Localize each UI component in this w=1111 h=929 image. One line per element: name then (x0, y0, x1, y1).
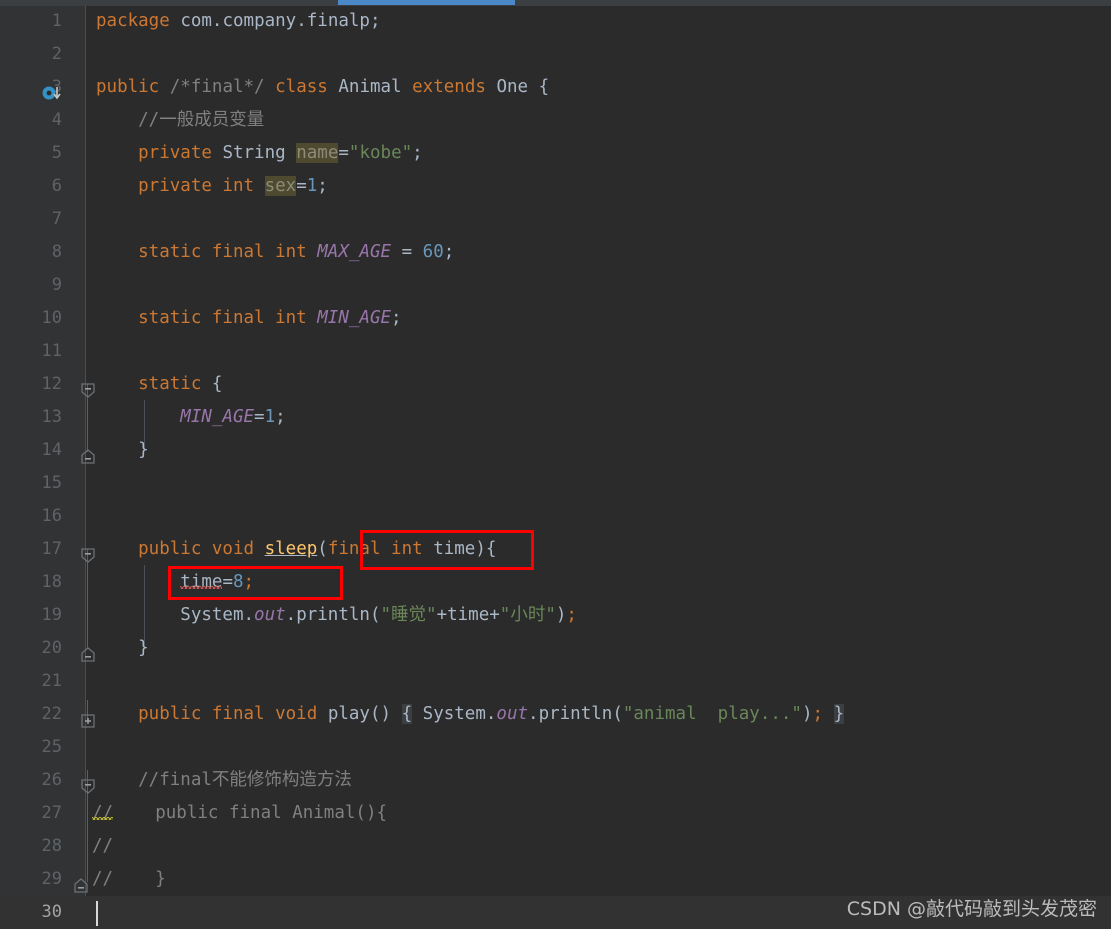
line-number: 5 (51, 143, 62, 163)
code-line[interactable]: 29 // } (0, 863, 1111, 896)
line-content: static final int MIN_AGE; (96, 308, 402, 328)
line-content: private String name="kobe"; (96, 143, 423, 163)
line-number: 10 (41, 308, 62, 328)
line-number: 17 (41, 539, 62, 559)
line-number: 7 (51, 209, 62, 229)
line-number: 27 (41, 803, 62, 823)
fold-end-icon[interactable] (74, 872, 88, 893)
line-number: 8 (51, 242, 62, 262)
code-line[interactable]: 11 (0, 335, 1111, 368)
code-line[interactable]: 13 MIN_AGE=1; (0, 401, 1111, 434)
line-content: private int sex=1; (96, 176, 328, 196)
code-line[interactable]: 5 private String name="kobe"; (0, 137, 1111, 170)
line-number: 6 (51, 176, 62, 196)
line-number: 26 (41, 770, 62, 790)
line-number: 1 (51, 11, 62, 31)
code-line[interactable]: 2 (0, 38, 1111, 71)
code-line[interactable]: 10 static final int MIN_AGE; (0, 302, 1111, 335)
line-content: static final int MAX_AGE = 60; (96, 242, 455, 262)
code-line[interactable]: 22 public final void play() { System.out… (0, 698, 1111, 731)
unused-field-highlight: sex (264, 176, 297, 196)
code-line[interactable]: 25 (0, 731, 1111, 764)
code-line[interactable]: 7 (0, 203, 1111, 236)
code-line[interactable]: 1 package com.company.finalp; (0, 5, 1111, 38)
line-number: 12 (41, 374, 62, 394)
fold-expanded-icon[interactable] (81, 773, 95, 794)
line-content: static { (96, 374, 223, 394)
line-number: 4 (51, 110, 62, 130)
line-number: 25 (41, 737, 62, 757)
line-content: } (96, 440, 149, 460)
line-content: System.out.println("睡觉"+time+"小时"); (96, 605, 577, 625)
line-content: time=8; (180, 572, 255, 592)
line-content: // } (92, 869, 166, 889)
code-line[interactable]: 26 //final不能修饰构造方法 (0, 764, 1111, 797)
line-number: 30 (41, 902, 62, 922)
line-number: 9 (51, 275, 62, 295)
line-number: 28 (41, 836, 62, 856)
code-line[interactable]: 16 (0, 500, 1111, 533)
line-number: 22 (41, 704, 62, 724)
line-content: public final void play() { System.out.pr… (96, 704, 845, 724)
code-line[interactable]: 27 // public final Animal(){ (0, 797, 1111, 830)
line-number: 19 (41, 605, 62, 625)
line-number: 2 (51, 44, 62, 64)
line-content: // public final Animal(){ (92, 803, 388, 823)
line-number: 14 (41, 440, 62, 460)
code-line[interactable]: 17 public void sleep(final int time){ (0, 533, 1111, 566)
warning-squiggle: // (92, 803, 114, 823)
line-content: // (92, 836, 114, 856)
line-number: 16 (41, 506, 62, 526)
line-number: 11 (41, 341, 62, 361)
fold-expanded-icon[interactable] (81, 377, 95, 398)
fold-end-icon[interactable] (81, 641, 95, 662)
line-content: } (96, 638, 149, 658)
implemented-method-icon[interactable] (42, 80, 61, 100)
line-content: //一般成员变量 (96, 110, 265, 130)
fold-expanded-icon[interactable] (81, 542, 95, 563)
line-content: MIN_AGE=1; (96, 407, 286, 427)
line-number: 18 (41, 572, 62, 592)
code-line[interactable]: 6 private int sex=1; (0, 170, 1111, 203)
code-line[interactable]: 15 (0, 467, 1111, 500)
line-content: public void sleep(final int time){ (96, 539, 497, 559)
code-line[interactable]: 4 //一般成员变量 (0, 104, 1111, 137)
unused-field-highlight: name (296, 143, 339, 163)
code-line[interactable]: 8 static final int MAX_AGE = 60; (0, 236, 1111, 269)
line-number: 15 (41, 473, 62, 493)
line-number: 29 (41, 869, 62, 889)
line-number: 20 (41, 638, 62, 658)
csdn-watermark: CSDN @敲代码敲到头发茂密 (846, 898, 1097, 920)
line-number: 13 (41, 407, 62, 427)
error-squiggle: time (180, 572, 223, 592)
code-line[interactable]: 28 // (0, 830, 1111, 863)
code-line[interactable]: 9 (0, 269, 1111, 302)
line-content: //final不能修饰构造方法 (96, 770, 352, 790)
code-line[interactable]: 3 public /*final*/ class Animal extends … (0, 71, 1111, 104)
code-line[interactable]: 20 } (0, 632, 1111, 665)
line-content: package com.company.finalp; (96, 11, 381, 31)
code-line[interactable]: 21 (0, 665, 1111, 698)
fold-collapsed-icon[interactable] (81, 707, 95, 728)
code-line[interactable]: 12 static { (0, 368, 1111, 401)
line-number: 21 (41, 671, 62, 691)
line-content: public /*final*/ class Animal extends On… (96, 77, 550, 97)
text-caret (96, 901, 98, 926)
code-line[interactable]: 18 time=8; (0, 566, 1111, 599)
code-line[interactable]: 14 } (0, 434, 1111, 467)
code-line[interactable]: 19 System.out.println("睡觉"+time+"小时"); (0, 599, 1111, 632)
fold-end-icon[interactable] (81, 443, 95, 464)
code-editor[interactable]: 1 package com.company.finalp; 2 3 public… (0, 0, 1111, 929)
